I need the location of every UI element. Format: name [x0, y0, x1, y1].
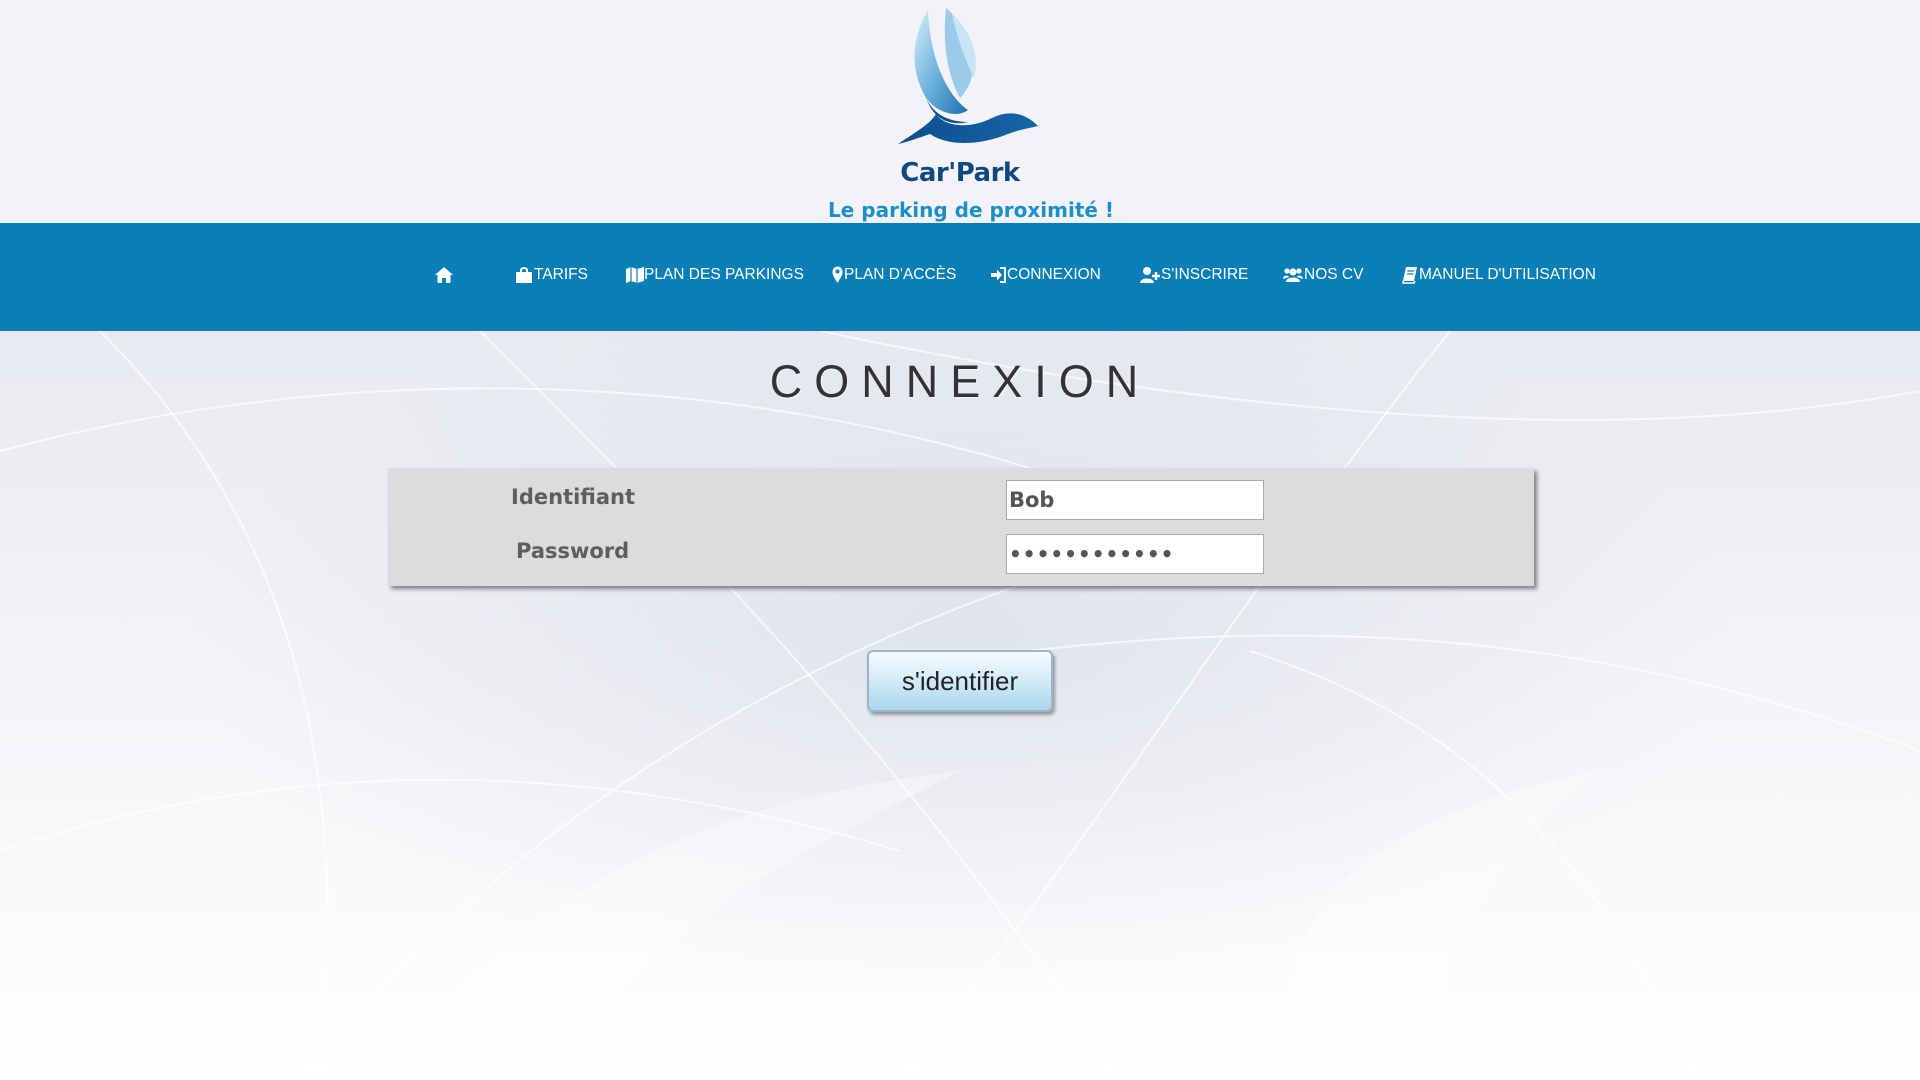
main-content: CONNEXION Identifiant Password s'identif…	[0, 331, 1920, 1080]
username-input[interactable]	[1006, 480, 1264, 520]
nav-tarifs-label: TARIFS	[534, 266, 588, 283]
login-button[interactable]: s'identifier	[867, 650, 1053, 712]
header: Car'Park Le parking de proximité !	[0, 0, 1920, 223]
users-icon	[1283, 266, 1303, 284]
nav-connexion[interactable]: CONNEXION	[990, 259, 1101, 291]
nav-manuel[interactable]: MANUEL D'UTILISATION	[1402, 259, 1596, 291]
map-marker-icon	[832, 266, 843, 284]
brand-tagline: Le parking de proximité !	[828, 198, 1115, 222]
login-form-panel: Identifiant Password	[388, 468, 1534, 586]
sign-in-icon	[990, 266, 1006, 284]
page-title: CONNEXION	[769, 356, 1151, 407]
main-nav: TARIFS PLAN DES PARKINGS PLAN D'ACCÈS CO…	[0, 223, 1920, 331]
nav-plan-parkings-label: PLAN DES PARKINGS	[644, 266, 804, 283]
username-label: Identifiant	[511, 485, 636, 509]
nav-plan-acces-label: PLAN D'ACCÈS	[844, 266, 957, 283]
user-plus-icon	[1140, 266, 1160, 284]
nav-home[interactable]	[434, 259, 453, 291]
shopping-bag-icon	[515, 266, 533, 284]
nav-nos-cv-label: NOS CV	[1304, 266, 1364, 283]
password-input[interactable]	[1006, 534, 1264, 574]
home-icon	[434, 266, 453, 284]
nav-inscrire[interactable]: S'INSCRIRE	[1140, 259, 1248, 291]
navbar: TARIFS PLAN DES PARKINGS PLAN D'ACCÈS CO…	[0, 223, 1920, 331]
nav-connexion-label: CONNEXION	[1007, 266, 1101, 283]
map-icon	[625, 266, 644, 284]
nav-inscrire-label: S'INSCRIRE	[1161, 266, 1249, 283]
swan-logo-icon	[898, 8, 1038, 144]
book-icon	[1402, 266, 1418, 284]
nav-tarifs[interactable]: TARIFS	[515, 259, 588, 291]
brand-name: Car'Park	[900, 158, 1020, 188]
carpark-logo[interactable]: Car'Park Le parking de proximité !	[828, 6, 1115, 222]
nav-nos-cv[interactable]: NOS CV	[1283, 259, 1363, 291]
nav-manuel-label: MANUEL D'UTILISATION	[1419, 266, 1596, 283]
password-label: Password	[516, 539, 630, 563]
nav-plan-acces[interactable]: PLAN D'ACCÈS	[832, 259, 956, 291]
nav-plan-parkings[interactable]: PLAN DES PARKINGS	[625, 259, 804, 291]
